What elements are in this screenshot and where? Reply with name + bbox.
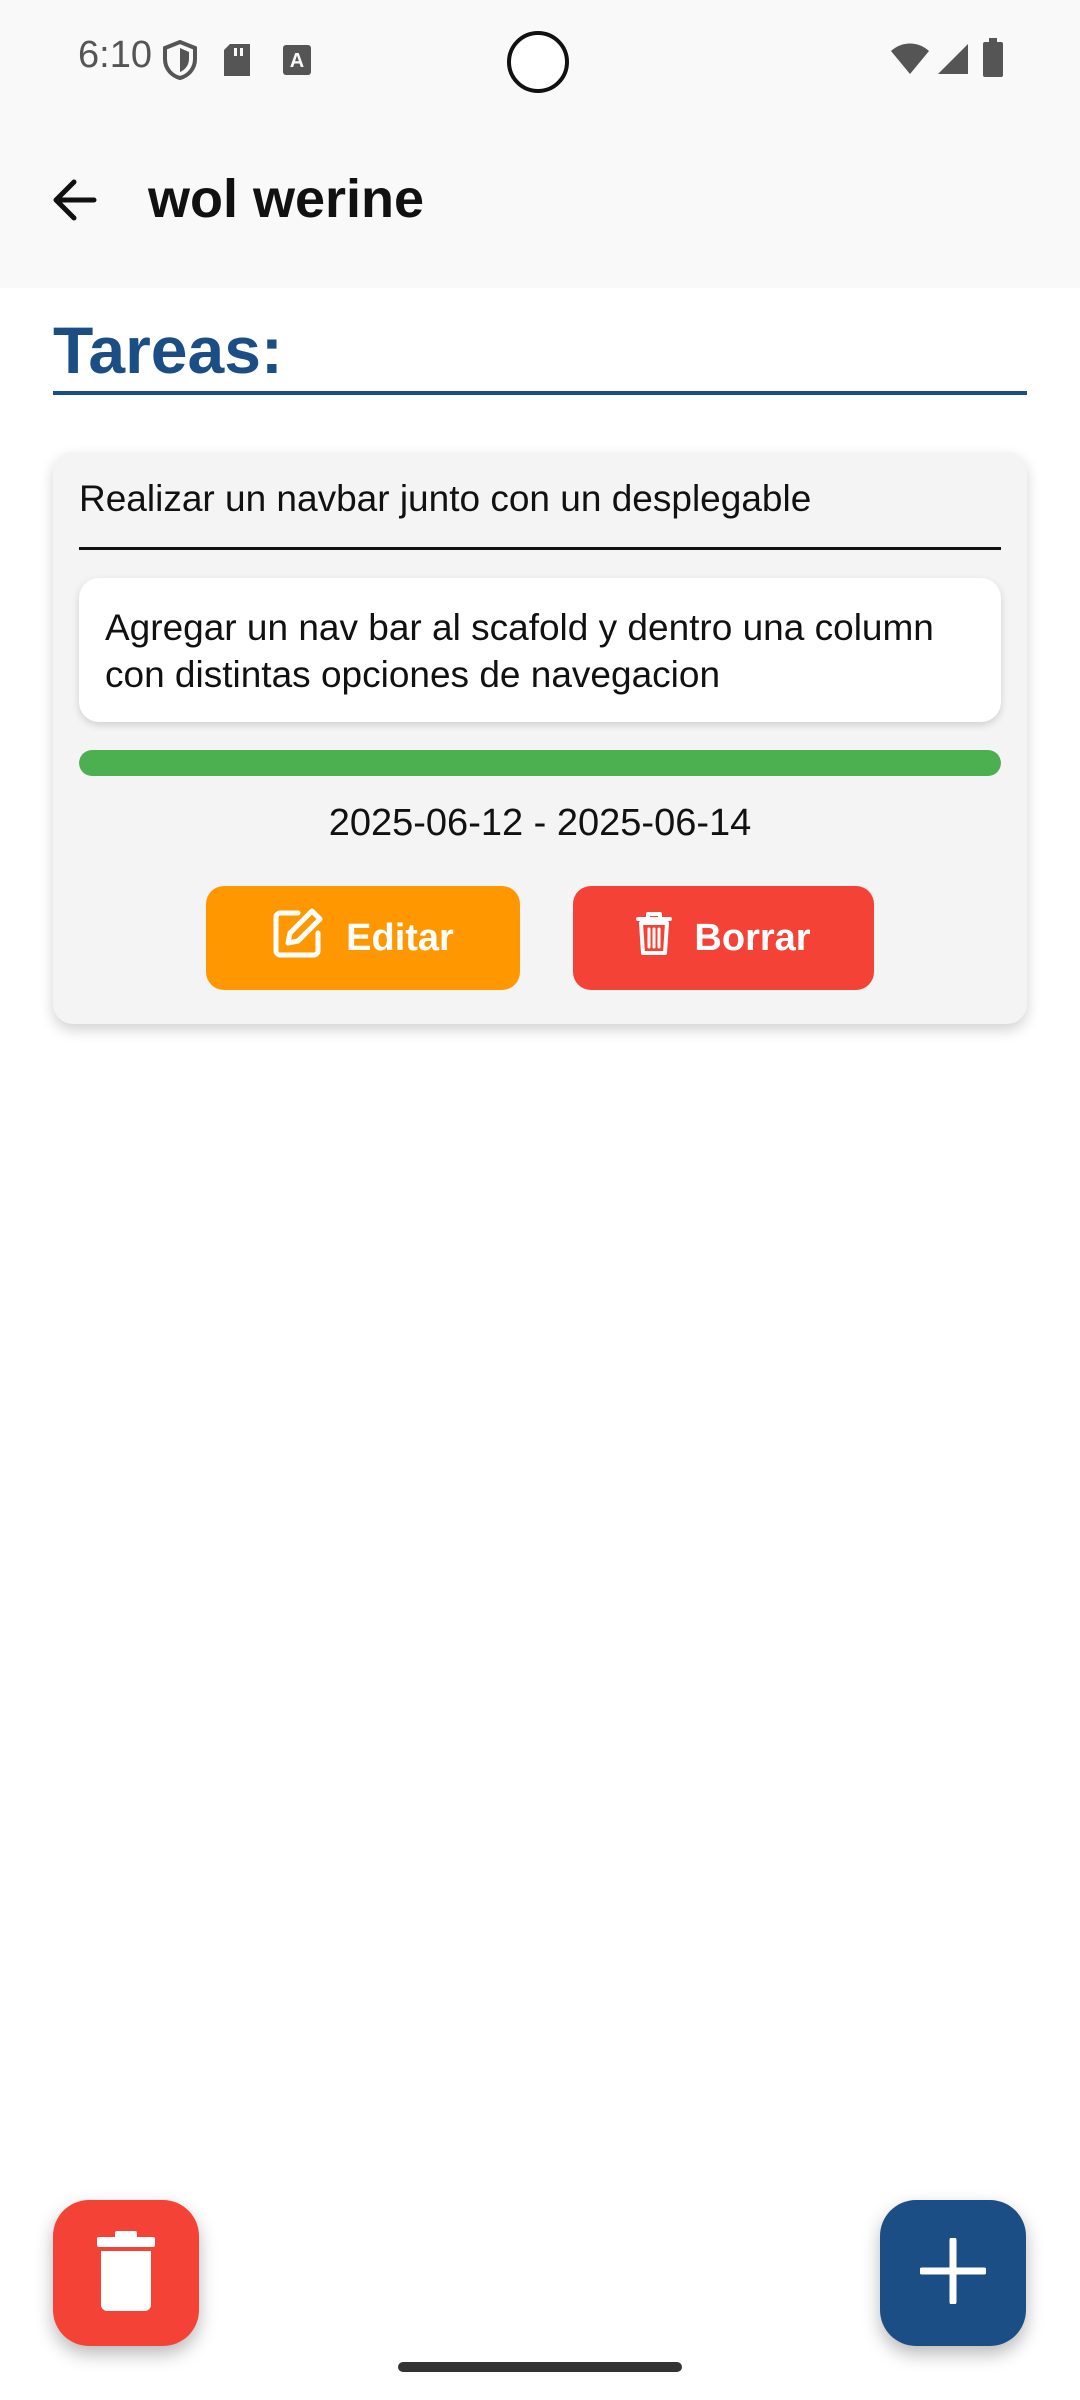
delete-button[interactable]: Borrar bbox=[573, 886, 874, 990]
task-description: Agregar un nav bar al scafold y dentro u… bbox=[79, 578, 1001, 722]
add-task-fab[interactable] bbox=[880, 2200, 1026, 2346]
camera-cutout bbox=[507, 31, 569, 93]
app-bar: wol werine bbox=[0, 120, 1080, 288]
back-button[interactable] bbox=[44, 172, 104, 232]
shield-icon bbox=[162, 39, 198, 85]
status-time: 6:10 bbox=[78, 34, 152, 76]
arrow-left-icon bbox=[50, 178, 98, 227]
section-divider bbox=[53, 391, 1027, 395]
task-title-divider bbox=[79, 547, 1001, 550]
wifi-icon bbox=[890, 42, 930, 81]
status-bar: 6:10 A bbox=[0, 0, 1080, 120]
trash-icon bbox=[636, 911, 673, 965]
battery-icon bbox=[982, 38, 1004, 83]
delete-all-fab[interactable] bbox=[53, 2200, 199, 2346]
section-title: Tareas: bbox=[53, 313, 283, 387]
home-indicator[interactable] bbox=[398, 2362, 682, 2372]
signal-icon bbox=[936, 42, 970, 81]
plus-icon bbox=[918, 2236, 988, 2309]
app-title: wol werine bbox=[148, 169, 425, 229]
task-progress-fill bbox=[79, 750, 1001, 776]
task-card: Realizar un navbar junto con un desplega… bbox=[53, 452, 1027, 1024]
delete-button-label: Borrar bbox=[694, 916, 811, 959]
svg-text:A: A bbox=[290, 50, 304, 72]
edit-button-label: Editar bbox=[346, 916, 454, 959]
edit-button[interactable]: Editar bbox=[206, 886, 520, 990]
task-title: Realizar un navbar junto con un desplega… bbox=[79, 478, 812, 519]
task-progress-bar bbox=[79, 750, 1001, 776]
task-date-range: 2025-06-12 - 2025-06-14 bbox=[328, 802, 752, 844]
keyboard-a-icon: A bbox=[282, 44, 312, 81]
sd-card-icon bbox=[222, 42, 252, 83]
trash-icon bbox=[97, 2230, 155, 2316]
edit-icon bbox=[272, 907, 324, 969]
